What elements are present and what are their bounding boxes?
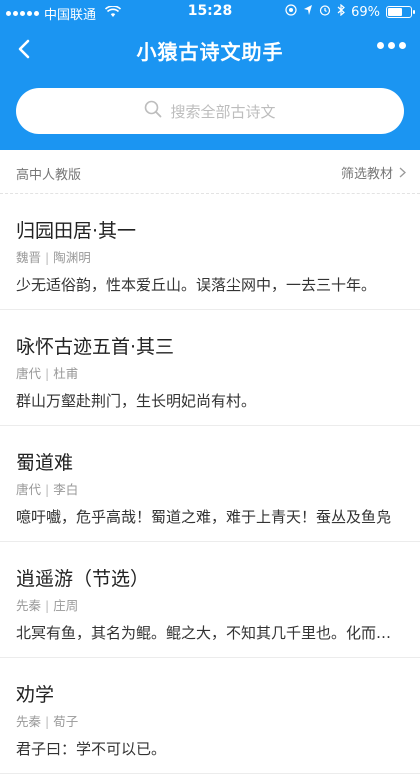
poem-meta: 唐代 | 李白 bbox=[16, 479, 78, 498]
battery-percent: 69% bbox=[351, 4, 380, 20]
poem-author: 杜甫 bbox=[53, 366, 79, 381]
poem-dynasty: 先秦 bbox=[16, 598, 42, 613]
header: 中国联通 15:28 69% 小猿古诗文助手 搜索全部古诗文 bbox=[0, 0, 420, 150]
poem-excerpt: 少无适俗韵，性本爱丘山。误落尘网中，一去三十年。 bbox=[16, 276, 377, 294]
poem-title: 逍遥游（节选） bbox=[16, 568, 150, 590]
poem-dynasty: 先秦 bbox=[16, 714, 42, 729]
poem-meta: 先秦 | 庄周 bbox=[16, 595, 78, 614]
poem-author: 庄周 bbox=[53, 598, 79, 613]
poem-list-item[interactable]: 逍遥游（节选） 先秦 | 庄周 北冥有鱼，其名为鲲。鲲之大，不知其几千里也。化而为鸟 bbox=[0, 542, 420, 658]
edition-label: 高中人教版 bbox=[16, 168, 82, 183]
page-title: 小猿古诗文助手 bbox=[136, 40, 284, 64]
poem-title: 劝学 bbox=[16, 684, 55, 706]
poem-title: 咏怀古迹五首·其三 bbox=[16, 336, 175, 358]
poem-author: 荀子 bbox=[53, 714, 79, 729]
search-placeholder: 搜索全部古诗文 bbox=[170, 102, 276, 121]
status-bar: 中国联通 15:28 69% bbox=[0, 0, 420, 24]
poem-title: 归园田居·其一 bbox=[16, 220, 137, 242]
poem-title: 蜀道难 bbox=[16, 452, 74, 474]
poem-list-item[interactable]: 咏怀古迹五首·其三 唐代 | 杜甫 群山万壑赴荆门，生长明妃尚有村。 bbox=[0, 310, 420, 426]
filter-label: 筛选教材 bbox=[340, 167, 393, 182]
poem-dynasty: 魏晋 bbox=[16, 250, 42, 265]
poem-author: 陶渊明 bbox=[53, 250, 91, 265]
poem-list-item[interactable]: 劝学 先秦 | 荀子 君子曰：学不可以已。 bbox=[0, 658, 420, 774]
poem-dynasty: 唐代 bbox=[16, 366, 42, 381]
chevron-right-icon bbox=[399, 167, 406, 178]
poem-excerpt: 群山万壑赴荆门，生长明妃尚有村。 bbox=[16, 392, 257, 410]
location-icon bbox=[285, 4, 297, 20]
poem-meta: 唐代 | 杜甫 bbox=[16, 363, 78, 382]
meta-separator: | bbox=[45, 250, 50, 265]
poem-dynasty: 唐代 bbox=[16, 482, 42, 497]
navigation-icon bbox=[303, 4, 313, 20]
meta-separator: | bbox=[45, 482, 50, 497]
search-icon bbox=[144, 100, 162, 122]
meta-separator: | bbox=[45, 598, 50, 613]
more-button[interactable] bbox=[377, 42, 406, 49]
more-dots-icon bbox=[377, 42, 406, 49]
battery-icon bbox=[386, 6, 415, 18]
poem-excerpt: 君子曰：学不可以已。 bbox=[16, 740, 167, 758]
battery-level-fill bbox=[388, 8, 403, 16]
poem-excerpt: 北冥有鱼，其名为鲲。鲲之大，不知其几千里也。化而为鸟 bbox=[16, 624, 404, 642]
poem-list-item[interactable]: 蜀道难 唐代 | 李白 噫吁嚱，危乎高哉！蜀道之难，难于上青天！蚕丛及鱼凫 bbox=[0, 426, 420, 542]
nav-bar: 小猿古诗文助手 bbox=[0, 24, 420, 74]
poem-meta: 魏晋 | 陶渊明 bbox=[16, 247, 91, 266]
bluetooth-icon bbox=[337, 3, 346, 20]
alarm-icon bbox=[319, 4, 331, 20]
meta-separator: | bbox=[45, 714, 50, 729]
search-input[interactable]: 搜索全部古诗文 bbox=[16, 88, 404, 134]
poem-meta: 先秦 | 荀子 bbox=[16, 711, 78, 730]
filter-row: 高中人教版 筛选教材 bbox=[0, 150, 420, 194]
status-right: 69% bbox=[285, 3, 415, 20]
meta-separator: | bbox=[45, 366, 50, 381]
filter-textbook-button[interactable]: 筛选教材 bbox=[341, 163, 406, 182]
poem-list-item[interactable]: 归园田居·其一 魏晋 | 陶渊明 少无适俗韵，性本爱丘山。误落尘网中，一去三十年。 bbox=[0, 194, 420, 310]
poem-excerpt: 噫吁嚱，危乎高哉！蜀道之难，难于上青天！蚕丛及鱼凫 bbox=[16, 508, 392, 526]
poem-list: 归园田居·其一 魏晋 | 陶渊明 少无适俗韵，性本爱丘山。误落尘网中，一去三十年。 … bbox=[0, 194, 420, 774]
poem-author: 李白 bbox=[53, 482, 79, 497]
